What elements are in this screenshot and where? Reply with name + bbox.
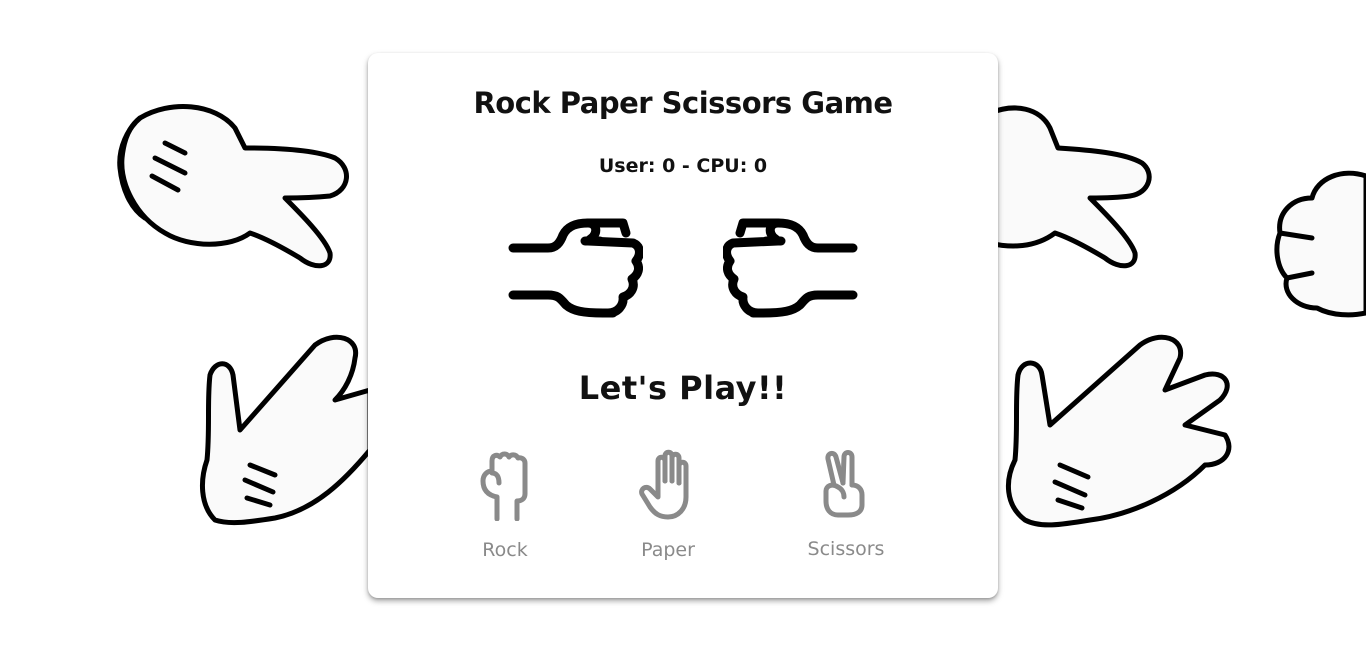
game-card: Rock Paper Scissors Game User: 0 - CPU: … bbox=[368, 53, 998, 598]
scissors-icon bbox=[791, 449, 901, 521]
bg-scissors-hand-left bbox=[110, 98, 355, 273]
bg-paper-hand-right bbox=[1000, 330, 1235, 535]
paper-label: Paper bbox=[641, 539, 695, 561]
fist-right-icon bbox=[508, 213, 644, 322]
rock-label: Rock bbox=[482, 539, 528, 561]
rock-icon bbox=[450, 449, 560, 521]
hands-display bbox=[508, 213, 858, 323]
bg-paper-hand-left bbox=[195, 330, 375, 535]
scissors-label: Scissors bbox=[807, 538, 885, 560]
score-display: User: 0 - CPU: 0 bbox=[598, 155, 768, 177]
paper-icon bbox=[613, 449, 723, 521]
bg-scissors-hand-right bbox=[990, 98, 1160, 273]
scissors-button[interactable]: Scissors bbox=[791, 449, 901, 560]
rock-button[interactable]: Rock bbox=[450, 449, 560, 561]
bg-rock-hand-right bbox=[1272, 168, 1366, 318]
game-title: Rock Paper Scissors Game bbox=[473, 86, 893, 120]
paper-button[interactable]: Paper bbox=[613, 449, 723, 561]
fist-left-icon bbox=[722, 213, 858, 322]
game-status: Let's Play!! bbox=[578, 369, 788, 407]
